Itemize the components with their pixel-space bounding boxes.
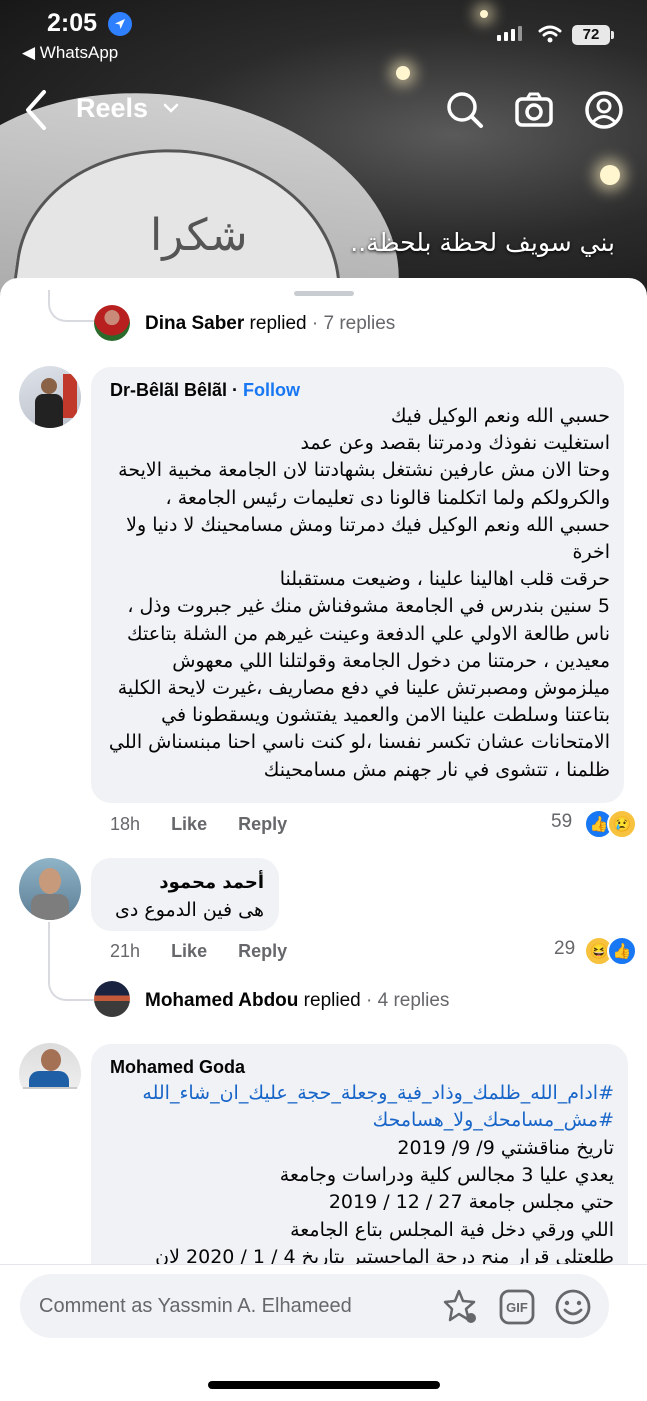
reply-thread-line: [48, 922, 96, 1001]
like-button[interactable]: Like: [171, 814, 207, 834]
sheet-drag-handle[interactable]: [294, 291, 354, 296]
author-name: Dr-Bêlãl Bêlãl: [110, 380, 228, 400]
hashtag-link[interactable]: #مش_مسامحك_ولا_هسامحك: [109, 1107, 614, 1134]
like-button[interactable]: Like: [171, 941, 207, 961]
comment-line: الامتحانات عشان تكسر نفسنا ،لو كنت ناسي …: [108, 731, 610, 754]
profile-icon[interactable]: [584, 90, 624, 130]
comment-line: بتاعتنا وسلطت علينا الامن والعميد يفتشون…: [161, 704, 610, 727]
home-indicator: [208, 1381, 440, 1389]
comment-time: 21h: [110, 941, 141, 961]
replied-label: replied: [244, 313, 307, 334]
comment-line: اخرة: [572, 541, 610, 564]
comment-text: هى فين الدموع دى: [115, 899, 264, 921]
comment-bubble[interactable]: أحمد محمود هى فين الدموع دى: [91, 858, 279, 931]
gif-icon[interactable]: GIF: [499, 1289, 535, 1325]
chevron-down-icon[interactable]: [161, 98, 181, 118]
comment-input[interactable]: Comment as Yassmin A. Elhameed GIF: [20, 1274, 609, 1338]
cellular-signal-icon: [497, 26, 522, 41]
page-title[interactable]: Reels: [76, 93, 148, 124]
comment-line: اللي ورقي دخل فية المجلس بتاع الجامعة: [290, 1218, 614, 1241]
reaction-count[interactable]: 29: [554, 938, 575, 960]
comment-line: ظلمنا ، تتشوى في نار جهنم مش مسامحينك: [263, 758, 610, 781]
battery-indicator: 72: [572, 25, 610, 45]
reply-button[interactable]: Reply: [238, 814, 287, 834]
hashtag-link[interactable]: #ادام_الله_ظلمك_وذاد_فية_وجعلة_حجة_عليك_…: [109, 1080, 614, 1107]
reply-count: · 4 replies: [360, 990, 450, 1011]
comment-actions: 18h Like Reply: [110, 814, 313, 835]
comment-line: حرقت قلب اهالينا علينا ، وضيعت مستقبلنا: [279, 568, 610, 591]
comment-bubble[interactable]: Mohamed Goda #ادام_الله_ظلمك_وذاد_فية_وج…: [91, 1044, 628, 1295]
comment-text: حسبي الله ونعم الوكيل فيك استغليت نفوذك و…: [105, 403, 610, 784]
video-light: [600, 165, 620, 185]
comment-actions: 21h Like Reply: [110, 941, 313, 962]
comment-author[interactable]: أحمد محمود: [159, 872, 264, 893]
comment-line: يعدي عليا 3 مجالس كلية ودراسات وجامعة: [279, 1164, 614, 1187]
comment-line: ناس طالعة الاولي علي الدفعة وعينت غيرهم …: [126, 622, 610, 645]
comment-line: تاريخ مناقشتي 9/ 9/ 2019: [397, 1137, 614, 1159]
comment-bubble[interactable]: Dr-Bêlãl Bêlãl · Follow حسبي الله ونعم ا…: [91, 367, 624, 803]
view-replies-link[interactable]: Mohamed Abdou replied · 4 replies: [145, 990, 449, 1012]
replied-label: replied: [298, 990, 361, 1011]
emoji-icon[interactable]: [554, 1288, 592, 1326]
battery-tip: [611, 31, 614, 39]
comment-author[interactable]: Dr-Bêlãl Bêlãl · Follow: [110, 380, 300, 401]
back-arrow-icon[interactable]: [20, 88, 52, 132]
view-replies-link[interactable]: Dina Saber replied · 7 replies: [145, 313, 395, 335]
comment-line: حتي مجلس جامعة 27 / 12 / 2019: [328, 1191, 614, 1214]
comment-line: وحتا الان مش عارفين نشتغل بشهادتنا لان ا…: [118, 459, 610, 482]
comment-line: ميلزموش ومصبرتش علينا في دفع مصاريف ،غير…: [117, 677, 610, 700]
reply-button[interactable]: Reply: [238, 941, 287, 961]
comment-line: استغليت نفوذك ودمرتنا بقصد وعن عمد: [300, 432, 610, 455]
avatar[interactable]: [94, 305, 130, 341]
search-icon[interactable]: [446, 90, 484, 130]
camera-icon[interactable]: [514, 90, 554, 130]
replier-name: Dina Saber: [145, 313, 245, 334]
location-arrow-icon: [108, 12, 132, 36]
avatar[interactable]: [19, 366, 81, 428]
svg-text:GIF: GIF: [506, 1300, 528, 1315]
comment-line: والكرولكم ولما اتكلمنا قالونا دى تعليمات…: [165, 486, 610, 509]
status-time: 2:05: [47, 9, 98, 37]
follow-button[interactable]: Follow: [243, 380, 300, 400]
avatar-sticker-icon[interactable]: [442, 1288, 480, 1326]
comment-line: حسبي الله ونعم الوكيل فيك دمرتنا ومش مسا…: [126, 513, 610, 536]
reaction-count[interactable]: 59: [551, 811, 572, 833]
avatar[interactable]: [94, 981, 130, 1017]
video-caption: بني سويف لحظة بلحظة..: [350, 228, 615, 257]
reply-thread-line: [48, 290, 96, 322]
comment-time: 18h: [110, 814, 141, 834]
comment-placeholder: Comment as Yassmin A. Elhameed: [39, 1295, 352, 1317]
sad-reaction-icon: 😢: [607, 809, 637, 839]
comment-line: 5 سنين بندرس في الجامعة مشوفناش منك غير …: [127, 595, 610, 618]
like-reaction-icon: 👍: [607, 936, 637, 966]
avatar[interactable]: [19, 1043, 81, 1105]
replier-name: Mohamed Abdou: [145, 990, 299, 1011]
comment-hashtags[interactable]: #ادام_الله_ظلمك_وذاد_فية_وجعلة_حجة_عليك_…: [109, 1080, 614, 1134]
back-to-whatsapp-link[interactable]: ◀ WhatsApp: [22, 43, 118, 63]
comment-line: معيدين ، حرمتنا من دخول الجامعة وقولتلنا…: [172, 649, 610, 672]
avatar[interactable]: [19, 858, 81, 920]
video-sign-text: شكرا: [150, 210, 248, 261]
comment-line: حسبي الله ونعم الوكيل فيك: [390, 405, 610, 427]
reply-count: · 7 replies: [306, 313, 396, 334]
video-light: [480, 10, 488, 18]
video-light: [396, 66, 410, 80]
wifi-icon: [538, 25, 562, 43]
comment-author[interactable]: Mohamed Goda: [110, 1057, 245, 1078]
